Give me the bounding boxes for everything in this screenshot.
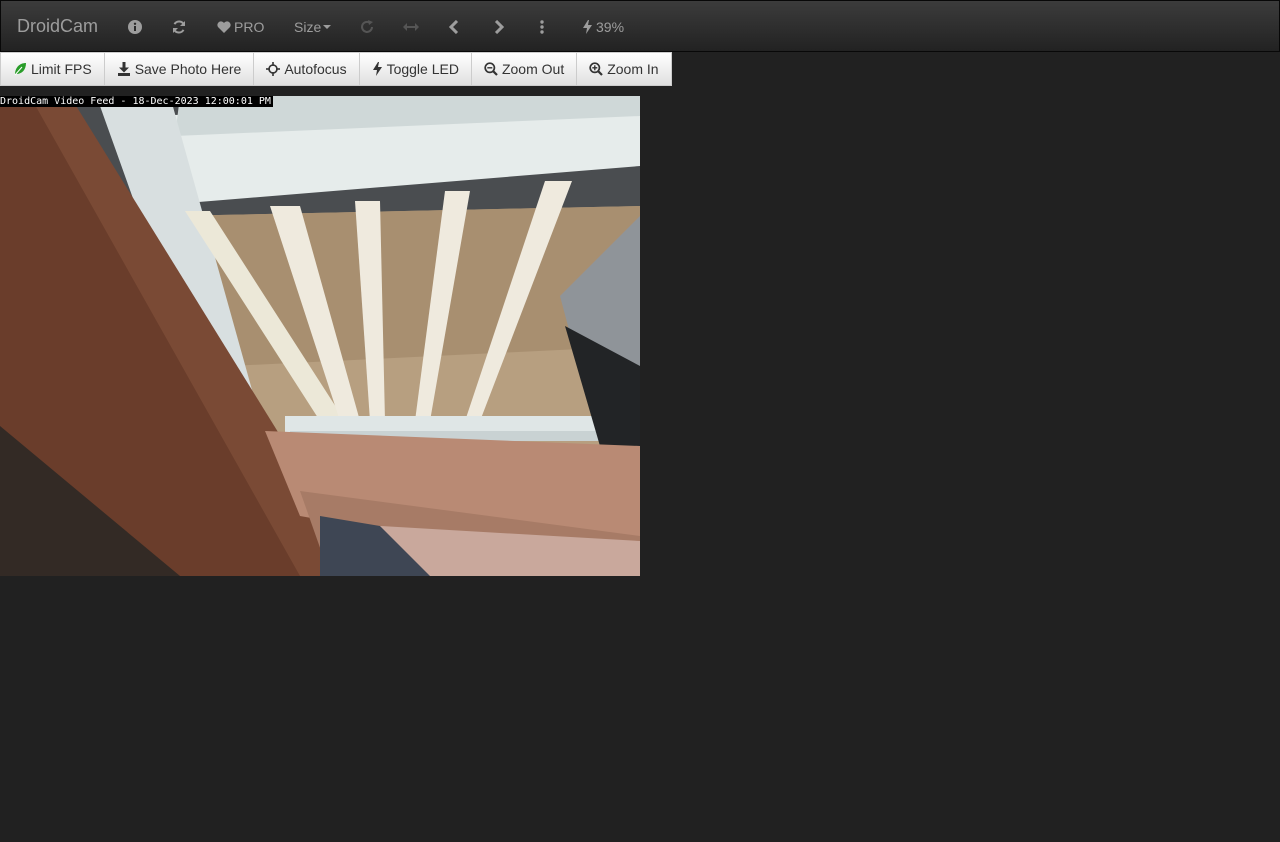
video-feed[interactable]: DroidCam Video Feed - 18-Dec-2023 12:00:… — [0, 96, 640, 576]
chevron-right-icon — [494, 20, 504, 34]
autofocus-button[interactable]: Autofocus — [253, 52, 360, 86]
zoom-in-icon — [589, 62, 603, 76]
camera-toolbar: Limit FPS Save Photo Here Autofocus Togg… — [0, 52, 672, 86]
caret-down-icon — [323, 25, 332, 29]
video-timestamp-overlay: DroidCam Video Feed - 18-Dec-2023 12:00:… — [0, 96, 273, 107]
limit-fps-label: Limit FPS — [31, 61, 92, 77]
rotate-icon — [361, 20, 373, 33]
zoom-in-button[interactable]: Zoom In — [576, 52, 672, 86]
size-dropdown[interactable]: Size — [294, 1, 332, 53]
refresh-button[interactable] — [172, 1, 186, 53]
download-icon — [117, 62, 130, 76]
info-icon — [128, 20, 142, 34]
next-button[interactable] — [494, 1, 504, 53]
size-label: Size — [294, 19, 322, 35]
save-photo-button[interactable]: Save Photo Here — [103, 52, 255, 86]
flip-button[interactable] — [403, 1, 419, 53]
pro-label: PRO — [234, 19, 265, 35]
more-button[interactable] — [539, 1, 545, 53]
bolt-icon — [583, 20, 592, 34]
pro-button[interactable]: PRO — [217, 1, 264, 53]
crosshair-icon — [266, 62, 281, 76]
toggle-led-button[interactable]: Toggle LED — [358, 52, 472, 86]
more-vertical-icon — [540, 20, 544, 34]
brand-title[interactable]: DroidCam — [17, 16, 98, 36]
camera-image — [0, 96, 640, 576]
previous-button[interactable] — [449, 1, 459, 53]
toggle-led-label: Toggle LED — [386, 61, 459, 77]
info-button[interactable] — [128, 1, 142, 53]
zoom-out-button[interactable]: Zoom Out — [470, 52, 578, 86]
zoom-in-label: Zoom In — [607, 61, 659, 77]
flip-icon — [403, 23, 419, 31]
leaf-icon — [14, 63, 26, 76]
autofocus-label: Autofocus — [284, 61, 347, 77]
navbar: DroidCam PRO Size 39% — [0, 0, 1280, 52]
rotate-button[interactable] — [360, 1, 374, 53]
heart-icon — [217, 21, 231, 33]
battery-label: 39% — [596, 19, 625, 35]
chevron-left-icon — [449, 20, 459, 34]
limit-fps-button[interactable]: Limit FPS — [0, 52, 105, 86]
bolt-icon — [372, 62, 382, 76]
save-photo-label: Save Photo Here — [134, 61, 242, 77]
refresh-icon — [173, 20, 185, 34]
zoom-out-icon — [484, 62, 498, 76]
zoom-out-label: Zoom Out — [501, 61, 565, 77]
battery-status: 39% — [582, 1, 624, 53]
